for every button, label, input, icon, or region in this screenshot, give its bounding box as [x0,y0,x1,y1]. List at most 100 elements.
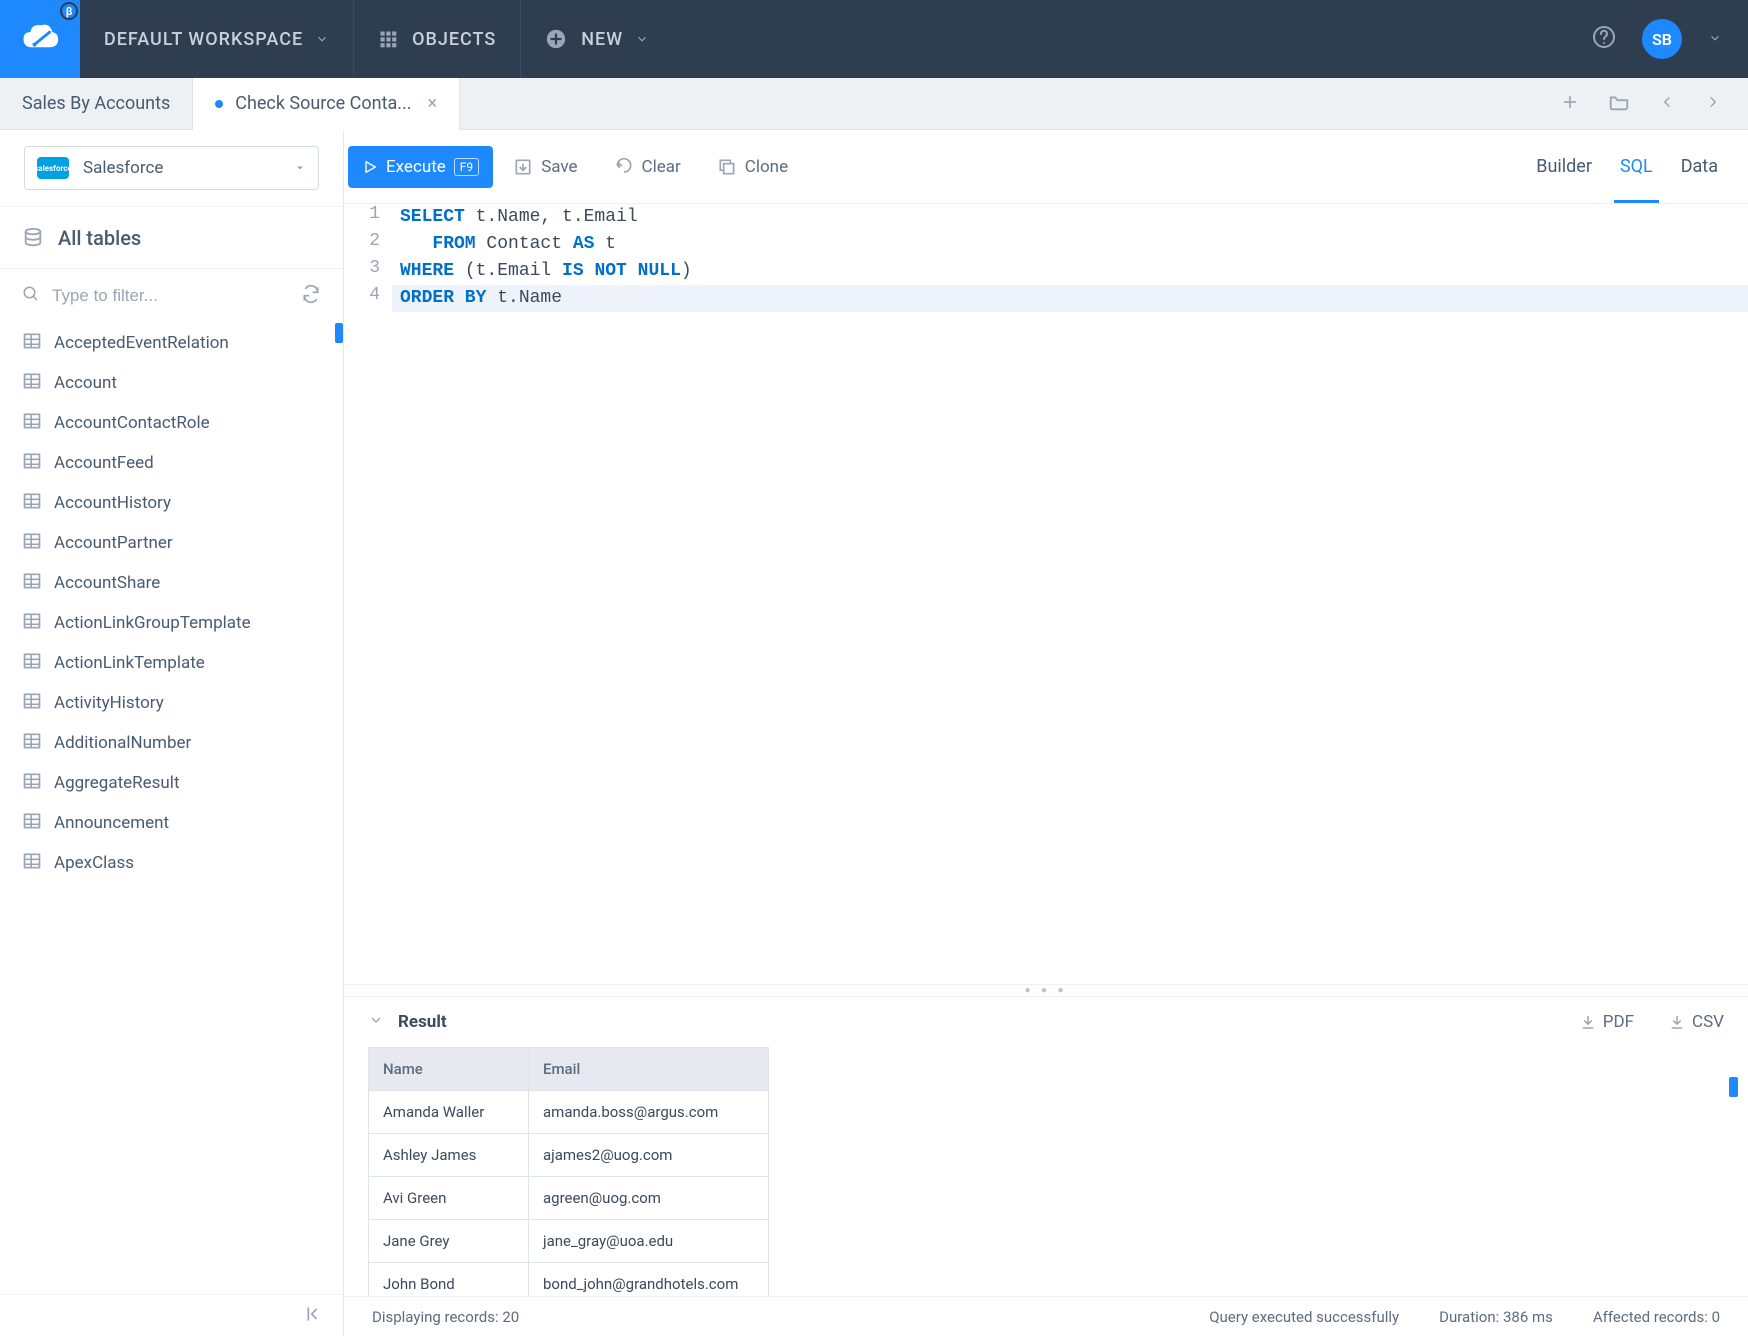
table-list-item[interactable]: ActionLinkTemplate [0,643,343,683]
download-icon [1579,1013,1597,1031]
help-circle-icon [1592,25,1616,49]
nav-objects[interactable]: OBJECTS [354,0,520,78]
prev-tab-button[interactable] [1658,93,1676,115]
line-number: 3 [344,258,392,285]
app-logo[interactable]: β [0,0,80,78]
scrollbar-thumb[interactable] [1729,1077,1738,1097]
view-tab-builder[interactable]: Builder [1536,130,1592,203]
chevron-down-icon [1708,31,1722,45]
connection-selector[interactable]: salesforce Salesforce [24,146,319,190]
table-filter-input[interactable] [52,286,301,306]
table-list-item[interactable]: Account [0,363,343,403]
document-tab[interactable]: Sales By Accounts [0,78,193,129]
code-line: WHERE (t.Email IS NOT NULL) [392,258,692,285]
scrollbar-thumb[interactable] [335,323,343,343]
save-label: Save [541,157,577,177]
clone-button[interactable]: Clone [701,146,804,188]
code-line: ORDER BY t.Name [392,285,562,312]
user-avatar[interactable]: SB [1642,19,1682,59]
save-button[interactable]: Save [497,146,593,188]
table-icon [22,851,42,876]
table-name: Announcement [54,813,169,833]
tab-label: Check Source Conta... [235,93,411,114]
chevron-down-icon [315,32,329,46]
export-pdf-button[interactable]: PDF [1579,1012,1634,1032]
table-row[interactable]: Amanda Walleramanda.boss@argus.com [369,1091,769,1134]
table-icon [22,771,42,796]
view-tab-data[interactable]: Data [1681,130,1718,203]
column-header[interactable]: Name [369,1048,529,1091]
line-number: 4 [344,285,392,312]
column-header[interactable]: Email [529,1048,769,1091]
open-button[interactable] [1608,91,1630,117]
table-list-item[interactable]: AccountContactRole [0,403,343,443]
export-csv-button[interactable]: CSV [1668,1012,1724,1032]
execute-button[interactable]: Execute F9 [348,146,493,188]
tables-list: AcceptedEventRelation AccountAccountConta… [0,323,343,1294]
table-name: ActionLinkGroupTemplate [54,613,251,633]
table-list-item[interactable]: AccountFeed [0,443,343,483]
results-table: NameEmail Amanda Walleramanda.boss@argus… [368,1047,769,1296]
user-menu-chevron[interactable] [1708,30,1722,49]
table-icon [22,531,42,556]
copy-icon [717,157,737,177]
status-affected: Affected records: 0 [1593,1308,1720,1326]
nav-new[interactable]: NEW [521,0,673,78]
collapse-results-button[interactable] [368,1012,384,1032]
clear-label: Clear [642,157,681,177]
table-list-item[interactable]: AcceptedEventRelation [0,323,343,363]
table-cell: ajames2@uog.com [529,1134,769,1177]
table-row[interactable]: John Bondbond_john@grandhotels.com [369,1263,769,1297]
chevron-right-icon [1704,93,1722,111]
table-icon [22,491,42,516]
document-tab[interactable]: Check Source Conta... × [193,78,460,130]
table-list-item[interactable]: AccountShare [0,563,343,603]
status-duration: Duration: 386 ms [1439,1308,1553,1326]
editor-pane: Execute F9 Save Clear Clone Builder SQL … [344,130,1748,1336]
table-row[interactable]: Ashley Jamesajames2@uog.com [369,1134,769,1177]
help-button[interactable] [1592,25,1616,53]
new-tab-button[interactable] [1560,92,1580,116]
workspace-selector[interactable]: DEFAULT WORKSPACE [80,0,353,78]
grid-icon [378,29,398,49]
collapse-sidebar-button[interactable] [305,1304,325,1328]
refresh-button[interactable] [301,284,321,308]
line-number: 1 [344,204,392,231]
refresh-icon [301,284,321,304]
table-row[interactable]: Jane Greyjane_gray@uoa.edu [369,1220,769,1263]
table-name: ActionLinkTemplate [54,653,205,673]
table-icon [22,331,42,356]
table-icon [22,371,42,396]
search-icon [22,285,40,307]
horizontal-splitter[interactable]: ● ● ● [344,984,1748,996]
table-list-item[interactable]: ActivityHistory [0,683,343,723]
table-list-item[interactable]: ApexClass [0,843,343,883]
status-success: Query executed successfully [1209,1308,1399,1326]
close-tab-button[interactable]: × [428,93,438,114]
next-tab-button[interactable] [1704,93,1722,115]
table-list-item[interactable]: ActionLinkGroupTemplate [0,603,343,643]
table-name: AccountShare [54,573,160,593]
table-list-item[interactable]: AccountHistory [0,483,343,523]
table-cell: Amanda Waller [369,1091,529,1134]
table-cell: Jane Grey [369,1220,529,1263]
unsaved-indicator-icon [215,100,223,108]
table-icon [22,651,42,676]
table-list-item[interactable]: Announcement [0,803,343,843]
code-line: FROM Contact AS t [392,231,616,258]
folder-open-icon [1608,91,1630,113]
table-name: AcceptedEventRelation [54,333,229,353]
nav-objects-label: OBJECTS [412,29,496,50]
table-list-item[interactable]: AccountPartner [0,523,343,563]
all-tables-header[interactable]: All tables [0,207,343,269]
table-list-item[interactable]: AggregateResult [0,763,343,803]
sql-editor[interactable]: 1SELECT t.Name, t.Email2 FROM Contact AS… [344,204,1748,984]
table-name: AccountHistory [54,493,171,513]
clear-button[interactable]: Clear [598,146,697,188]
table-name: AccountFeed [54,453,154,473]
table-list-item[interactable]: AdditionalNumber [0,723,343,763]
main-split: salesforce Salesforce All tables Accepte… [0,130,1748,1336]
workspace-label: DEFAULT WORKSPACE [104,29,303,50]
table-row[interactable]: Avi Greenagreen@uog.com [369,1177,769,1220]
view-tab-sql[interactable]: SQL [1620,130,1653,203]
